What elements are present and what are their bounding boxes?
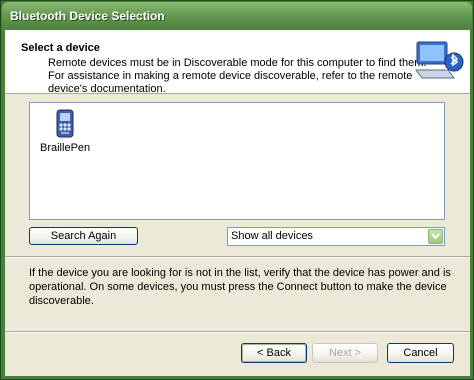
next-button[interactable]: Next >: [312, 343, 378, 363]
title-bar[interactable]: Bluetooth Device Selection: [2, 2, 472, 30]
device-list[interactable]: BraillePen: [29, 102, 445, 220]
device-filter-value: Show all devices: [231, 230, 313, 242]
help-line: If the device you are looking for is not…: [29, 267, 451, 279]
window-title: Bluetooth Device Selection: [10, 9, 165, 23]
search-again-button[interactable]: Search Again: [29, 227, 138, 245]
dropdown-arrow-button[interactable]: [428, 229, 443, 244]
description-line: device's documentation.: [48, 83, 166, 95]
device-filter-select[interactable]: Show all devices: [227, 227, 445, 246]
wizard-header: Select a device Remote devices must be i…: [5, 30, 470, 96]
page-description: Remote devices must be in Discoverable m…: [48, 57, 427, 96]
description-line: Remote devices must be in Discoverable m…: [48, 57, 427, 69]
bluetooth-computer-icon: [415, 41, 464, 79]
help-line: operational. On some devices, you must p…: [29, 281, 447, 293]
cancel-button[interactable]: Cancel: [387, 343, 454, 363]
wizard-window: Bluetooth Device Selection Select a devi…: [0, 0, 474, 380]
page-title: Select a device: [21, 42, 100, 54]
divider: [5, 256, 470, 258]
description-line: For assistance in making a remote device…: [48, 70, 413, 82]
chevron-down-icon: [431, 233, 440, 240]
dialog-body: Select a device Remote devices must be i…: [5, 30, 470, 376]
list-item[interactable]: BraillePen: [40, 108, 90, 154]
back-button[interactable]: < Back: [241, 343, 307, 363]
handheld-device-icon: [56, 109, 74, 138]
help-line: discoverable.: [29, 295, 94, 307]
footer-divider: [5, 331, 470, 333]
device-label: BraillePen: [40, 142, 91, 154]
help-text: If the device you are looking for is not…: [29, 266, 451, 308]
